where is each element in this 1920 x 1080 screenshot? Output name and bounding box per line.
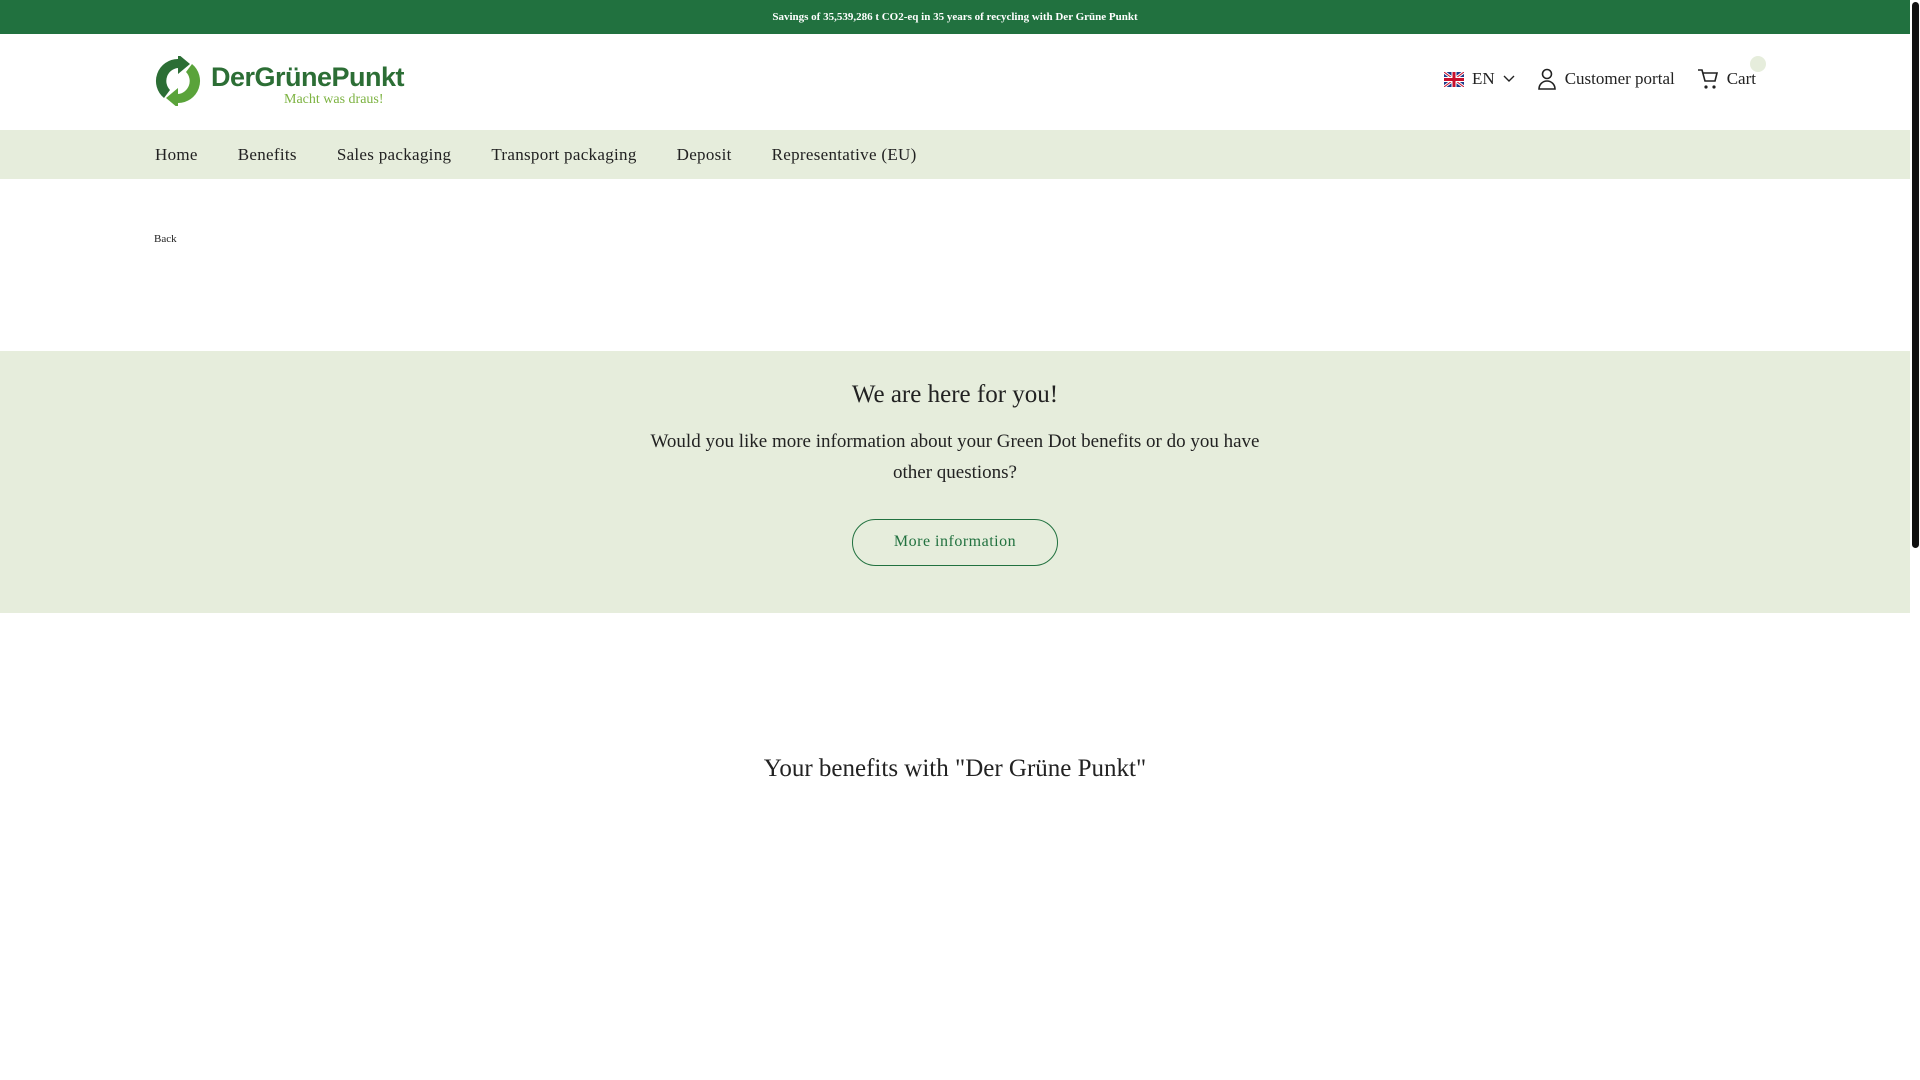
more-information-button[interactable]: More information xyxy=(852,519,1058,566)
contact-title: We are here for you! xyxy=(851,381,1059,408)
user-icon xyxy=(1537,68,1556,90)
customer-portal-label: Customer portal xyxy=(1564,69,1675,88)
savings-banner: Savings of 35,539,286 t CO2-eq in 35 yea… xyxy=(0,0,1910,34)
customer-portal-link[interactable]: Customer portal xyxy=(1537,68,1675,90)
uk-flag-icon xyxy=(1444,71,1465,87)
back-link[interactable]: Back xyxy=(154,233,177,245)
cart-count-badge xyxy=(1750,56,1766,72)
main-nav: Home Benefits Sales packaging Transport … xyxy=(0,130,1910,179)
nav-home[interactable]: Home xyxy=(155,145,198,165)
header: DerGrünePunkt Macht was draus! EN Custom… xyxy=(0,34,1910,130)
scrollbar[interactable] xyxy=(1910,0,1920,1080)
chevron-down-icon xyxy=(1503,75,1515,82)
language-selector[interactable]: EN xyxy=(1444,69,1515,89)
logo-wordmark: DerGrünePunkt xyxy=(211,62,405,92)
savings-text: Savings of 35,539,286 t CO2-eq in 35 yea… xyxy=(772,11,1138,23)
cart-link[interactable]: Cart xyxy=(1697,56,1766,90)
scrollbar-thumb[interactable] xyxy=(1912,2,1919,548)
contact-text: Would you like more information about yo… xyxy=(650,431,1260,483)
nav-deposit[interactable]: Deposit xyxy=(677,145,732,165)
nav-sales-packaging[interactable]: Sales packaging xyxy=(337,145,452,165)
logo[interactable]: DerGrünePunkt Macht was draus! xyxy=(154,56,405,108)
cart-icon xyxy=(1697,69,1718,89)
nav-benefits[interactable]: Benefits xyxy=(238,145,297,165)
benefits-title: Your benefits with "Der Grüne Punkt" xyxy=(763,755,1147,782)
contact-section: We are here for you! Would you like more… xyxy=(0,351,1910,613)
back-label: Back xyxy=(154,233,177,245)
cart-label: Cart xyxy=(1726,69,1756,88)
green-dot-logo-icon xyxy=(155,56,201,106)
logo-tagline: Macht was draus! xyxy=(284,92,384,107)
nav-transport-packaging[interactable]: Transport packaging xyxy=(491,145,636,165)
nav-representative-eu[interactable]: Representative (EU) xyxy=(772,145,917,165)
language-label: EN xyxy=(1472,69,1495,88)
